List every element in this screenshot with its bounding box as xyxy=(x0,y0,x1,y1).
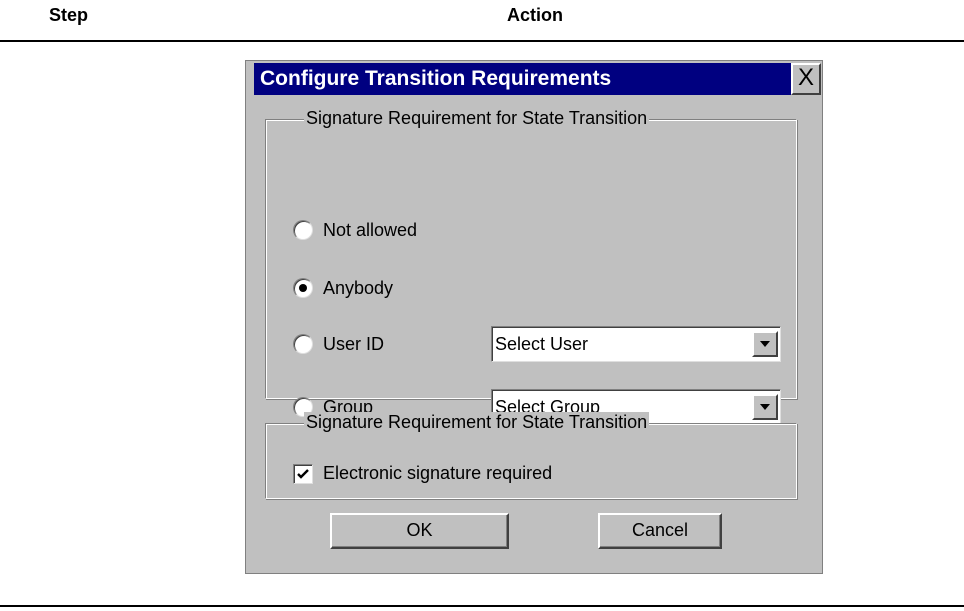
select-user-dropdown[interactable]: Select User xyxy=(491,326,781,362)
radio-button[interactable] xyxy=(293,220,313,240)
close-button[interactable]: X xyxy=(791,63,821,95)
ok-button[interactable]: OK xyxy=(330,513,509,549)
dialog-title: Configure Transition Requirements xyxy=(260,67,612,90)
radio-label: Anybody xyxy=(323,277,394,298)
radio-user-id[interactable]: User ID xyxy=(293,332,384,356)
group-legend: Signature Requirement for State Transiti… xyxy=(304,108,650,129)
radio-button[interactable] xyxy=(293,334,313,354)
action-column-header: Action xyxy=(507,5,563,25)
radio-not-allowed[interactable]: Not allowed xyxy=(293,218,417,242)
electronic-signature-checkbox[interactable] xyxy=(293,463,313,484)
signature-requirement-group: Signature Requirement for State Transiti… xyxy=(265,108,797,425)
step-column-header: Step xyxy=(49,5,89,25)
radio-anybody[interactable]: Anybody xyxy=(293,276,393,300)
electronic-signature-checkbox-row[interactable]: Electronic signature required xyxy=(293,463,552,484)
radio-button[interactable] xyxy=(293,278,313,298)
bottom-divider xyxy=(0,605,964,607)
group-legend: Signature Requirement for State Transiti… xyxy=(304,412,650,433)
radio-label: Not allowed xyxy=(323,219,418,240)
cancel-button[interactable]: Cancel xyxy=(598,513,722,549)
check-icon xyxy=(297,468,309,479)
select-user-value: Select User xyxy=(495,334,589,354)
dialog-titlebar[interactable]: Configure Transition Requirements X xyxy=(254,63,821,95)
chevron-down-icon[interactable] xyxy=(752,394,778,420)
electronic-signature-group: Signature Requirement for State Transiti… xyxy=(265,412,797,499)
configure-transition-dialog: Configure Transition Requirements X Sign… xyxy=(245,60,823,574)
radio-label: User ID xyxy=(323,333,385,354)
chevron-down-icon[interactable] xyxy=(752,331,778,357)
table-header: Step Action xyxy=(0,0,964,42)
checkbox-label: Electronic signature required xyxy=(323,463,553,483)
